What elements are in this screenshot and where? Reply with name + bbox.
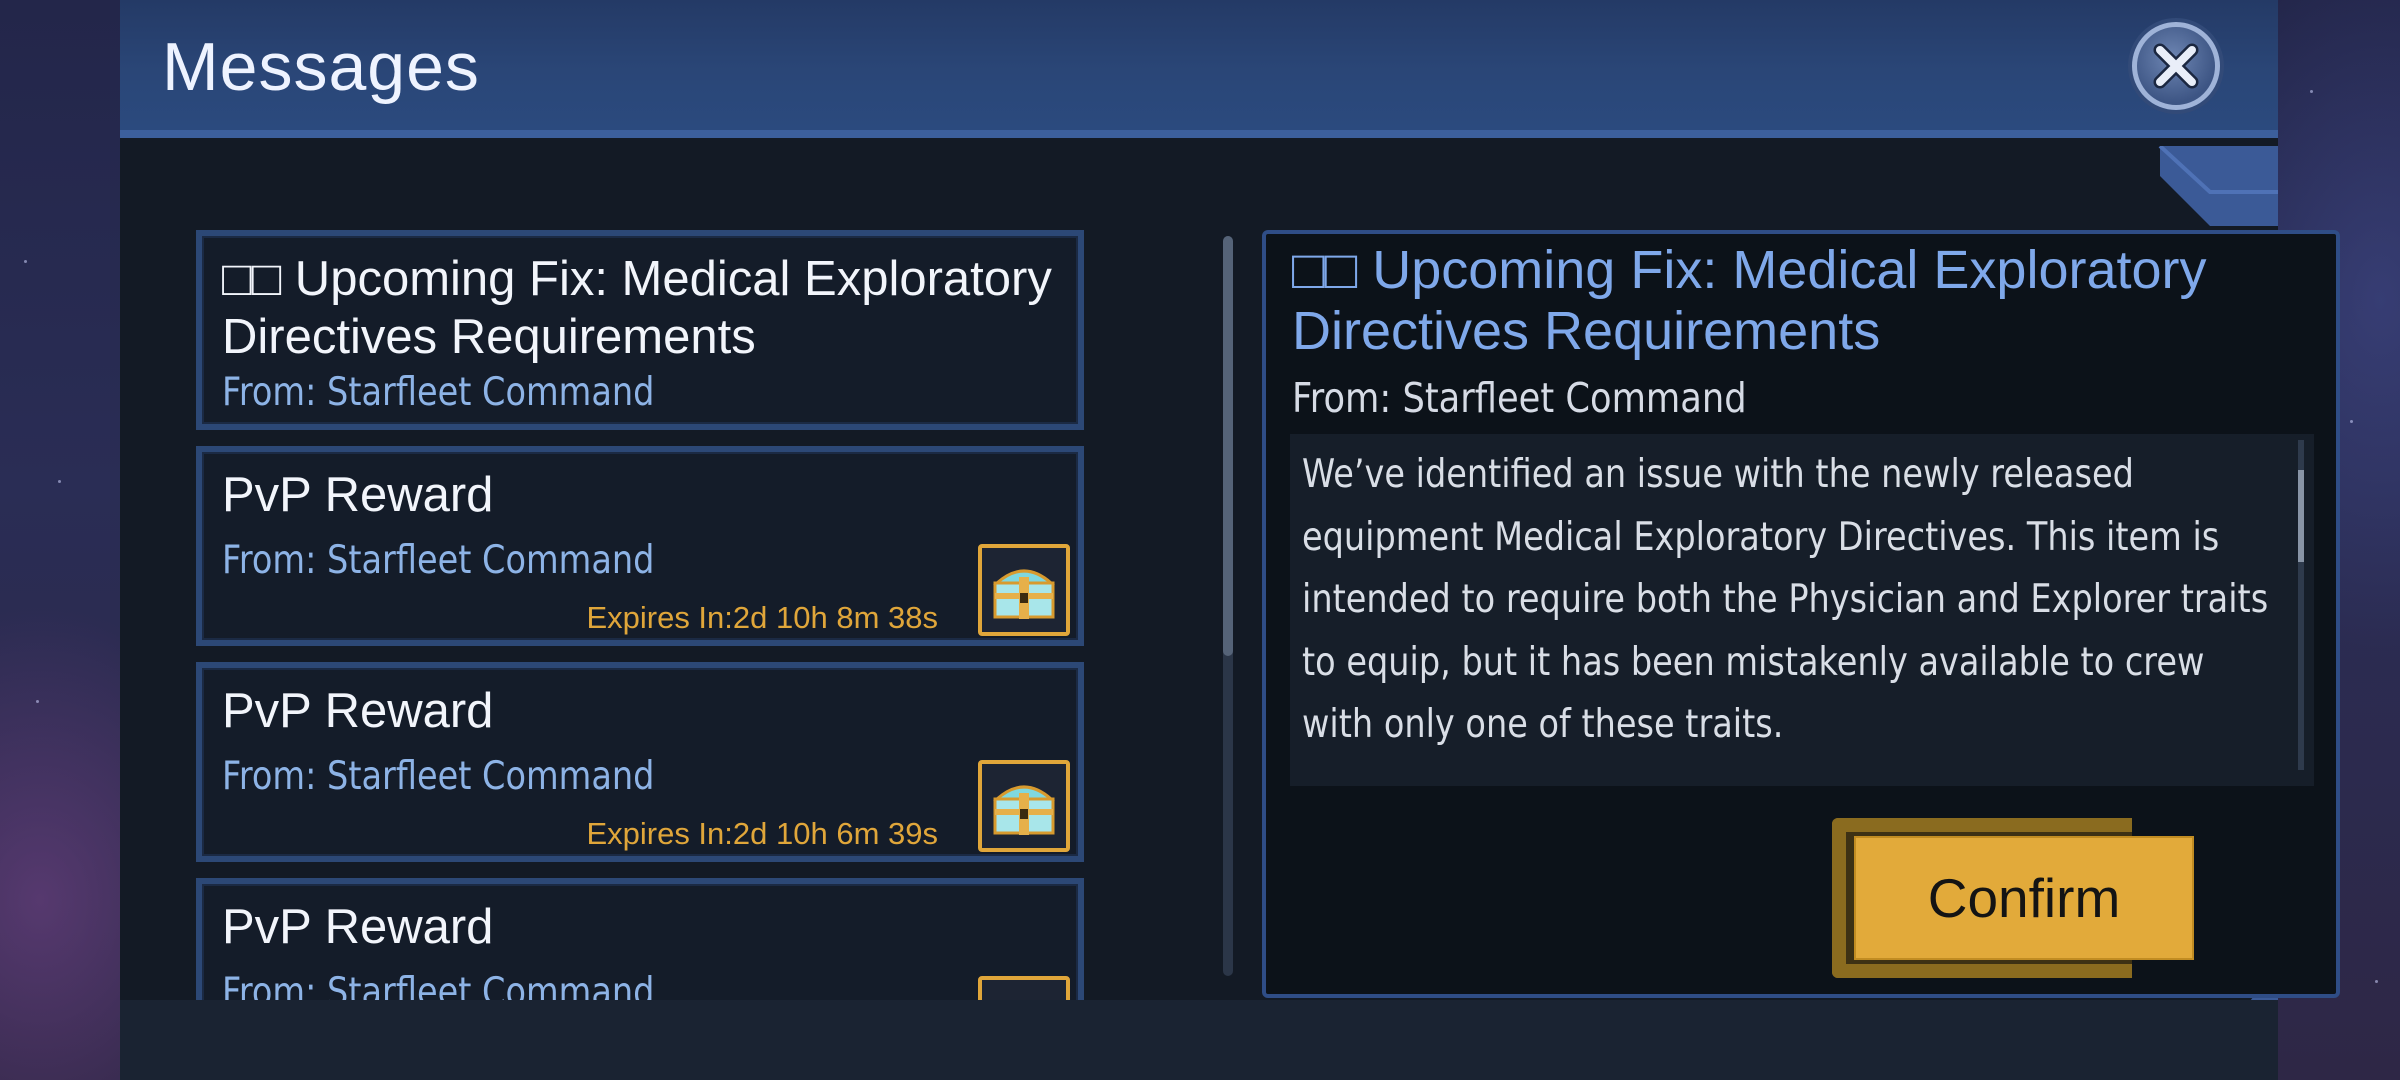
message-item[interactable]: PvP Reward From: Starfleet Command (196, 878, 1084, 1000)
star (2310, 90, 2313, 93)
close-icon (2153, 43, 2199, 89)
message-detail-panel: □□ Upcoming Fix: Medical Exploratory Dir… (1262, 230, 2340, 998)
message-sender: From: Starfleet Command (222, 970, 655, 1000)
confirm-button[interactable]: Confirm (1854, 836, 2194, 960)
list-scroll-thumb[interactable] (1223, 236, 1233, 656)
message-title: PvP Reward (222, 900, 494, 954)
treasure-chest-icon (989, 989, 1059, 1000)
message-body-text: We’ve identified an issue with the newly… (1302, 452, 2269, 747)
treasure-chest-icon (993, 785, 1055, 835)
message-title: □□ Upcoming Fix: Medical Exploratory Dir… (222, 252, 1052, 364)
messages-window: Messages □□ Upcoming Fix: Medical Explor… (120, 0, 2340, 1080)
message-item[interactable]: PvP Reward From: Starfleet Command Expir… (196, 446, 1084, 646)
window-header: Messages (120, 0, 2278, 138)
star (2350, 420, 2353, 423)
expiry-timer: Expires In:2d 10h 8m 38s (586, 600, 938, 635)
window-footer (120, 1000, 2278, 1080)
message-list: □□ Upcoming Fix: Medical Exploratory Dir… (196, 230, 1096, 1000)
message-body[interactable]: We’ve identified an issue with the newly… (1290, 434, 2314, 786)
message-item[interactable]: □□ Upcoming Fix: Medical Exploratory Dir… (196, 230, 1084, 430)
message-title: PvP Reward (222, 684, 494, 738)
message-item[interactable]: PvP Reward From: Starfleet Command Expir… (196, 662, 1084, 862)
treasure-chest-icon (993, 569, 1055, 619)
star (2375, 980, 2378, 983)
confirm-button-wrap: Confirm (1832, 818, 2202, 978)
message-sender: From: Starfleet Command (222, 370, 655, 415)
body-scrollbar[interactable] (2298, 440, 2304, 770)
star (58, 480, 61, 483)
message-title: PvP Reward (222, 468, 494, 522)
body-scroll-thumb[interactable] (2298, 470, 2304, 562)
message-sender: From: Starfleet Command (222, 538, 655, 583)
star (36, 700, 39, 703)
detail-sender: From: Starfleet Command (1292, 374, 1747, 422)
expiry-timer: Expires In:2d 10h 6m 39s (586, 816, 938, 851)
reward-chest[interactable] (978, 544, 1070, 636)
reward-chest[interactable] (978, 760, 1070, 852)
reward-chest[interactable] (978, 976, 1070, 1000)
window-title: Messages (162, 29, 480, 105)
star (24, 260, 27, 263)
detail-title: □□ Upcoming Fix: Medical Exploratory Dir… (1292, 240, 2207, 361)
list-scrollbar[interactable] (1223, 236, 1233, 976)
close-button[interactable] (2132, 22, 2220, 110)
message-sender: From: Starfleet Command (222, 754, 655, 799)
